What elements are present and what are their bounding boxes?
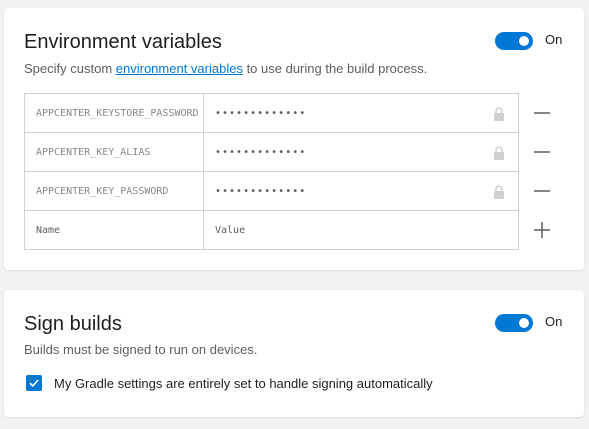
plus-icon [534, 222, 550, 238]
environment-variables-toggle-label: On [545, 31, 563, 47]
sign-builds-card: Sign builds Builds must be signed to run… [4, 290, 584, 417]
env-var-value-masked: ••••••••••••• [215, 107, 307, 119]
remove-env-var-button[interactable] [530, 101, 554, 125]
env-var-name[interactable]: APPCENTER_KEYSTORE_PASSWORD [25, 94, 204, 132]
environment-variables-description: Specify custom environment variables to … [24, 61, 427, 76]
remove-env-var-button[interactable] [530, 140, 554, 164]
checkmark-icon [29, 379, 39, 388]
new-env-var-name-input[interactable]: Name [25, 211, 204, 249]
new-env-var-row: Name Value [25, 211, 518, 249]
toggle-knob [519, 36, 529, 46]
environment-variables-toggle[interactable] [495, 32, 533, 50]
description-suffix: to use during the build process. [242, 61, 428, 76]
environment-variables-link[interactable]: environment variables [116, 61, 243, 76]
lock-icon [494, 107, 504, 121]
env-var-value-masked: ••••••••••••• [215, 185, 307, 197]
add-env-var-button[interactable] [530, 218, 554, 242]
environment-variables-toggle-group: On [495, 32, 562, 50]
lock-icon [494, 146, 504, 160]
remove-env-var-button[interactable] [530, 179, 554, 203]
env-var-row: APPCENTER_KEY_ALIAS ••••••••••••• [25, 133, 518, 172]
environment-variables-title: Environment variables [24, 31, 222, 53]
sign-builds-description: Builds must be signed to run on devices. [24, 342, 258, 357]
minus-icon [534, 112, 550, 114]
env-var-name[interactable]: APPCENTER_KEY_PASSWORD [25, 172, 204, 210]
minus-icon [534, 151, 550, 153]
env-var-value[interactable]: ••••••••••••• [204, 172, 518, 210]
env-var-value-masked: ••••••••••••• [215, 146, 307, 158]
description-prefix: Specify custom [24, 61, 116, 76]
gradle-signing-checkbox[interactable] [26, 375, 42, 391]
env-var-row: APPCENTER_KEYSTORE_PASSWORD ••••••••••••… [25, 94, 518, 133]
sign-builds-toggle-group: On [495, 314, 562, 332]
gradle-signing-checkbox-label[interactable]: My Gradle settings are entirely set to h… [54, 376, 433, 391]
new-env-var-value-input[interactable]: Value [204, 211, 518, 249]
toggle-knob [519, 318, 529, 328]
sign-builds-toggle[interactable] [495, 314, 533, 332]
sign-builds-toggle-label: On [545, 313, 563, 329]
env-var-name[interactable]: APPCENTER_KEY_ALIAS [25, 133, 204, 171]
gradle-signing-checkbox-row: My Gradle settings are entirely set to h… [26, 375, 433, 391]
lock-icon [494, 185, 504, 199]
environment-variables-card: Environment variables Specify custom env… [4, 8, 584, 270]
env-var-value[interactable]: ••••••••••••• [204, 133, 518, 171]
env-var-value[interactable]: ••••••••••••• [204, 94, 518, 132]
env-var-row: APPCENTER_KEY_PASSWORD ••••••••••••• [25, 172, 518, 211]
minus-icon [534, 190, 550, 192]
sign-builds-title: Sign builds [24, 313, 122, 335]
environment-variables-table: APPCENTER_KEYSTORE_PASSWORD ••••••••••••… [24, 93, 519, 250]
